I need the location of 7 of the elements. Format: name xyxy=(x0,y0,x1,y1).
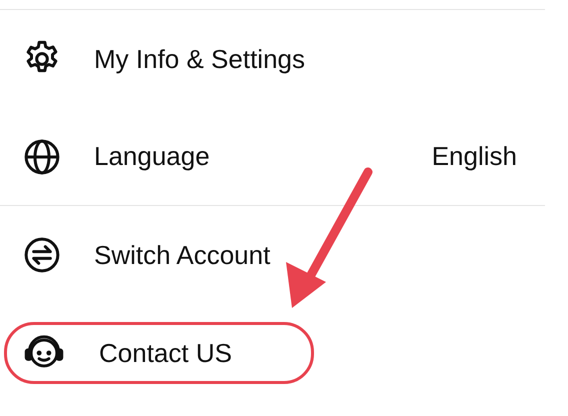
menu-item-label[interactable]: Switch Account xyxy=(94,236,517,274)
menu-item-label[interactable]: My Info & Settings xyxy=(94,40,517,78)
menu-item[interactable]: Contact US xyxy=(4,322,314,384)
globe-icon xyxy=(22,136,62,176)
menu-item-label[interactable]: Language xyxy=(94,137,400,176)
menu-item-value: English xyxy=(432,140,517,173)
switch-arrows-icon xyxy=(22,235,62,275)
